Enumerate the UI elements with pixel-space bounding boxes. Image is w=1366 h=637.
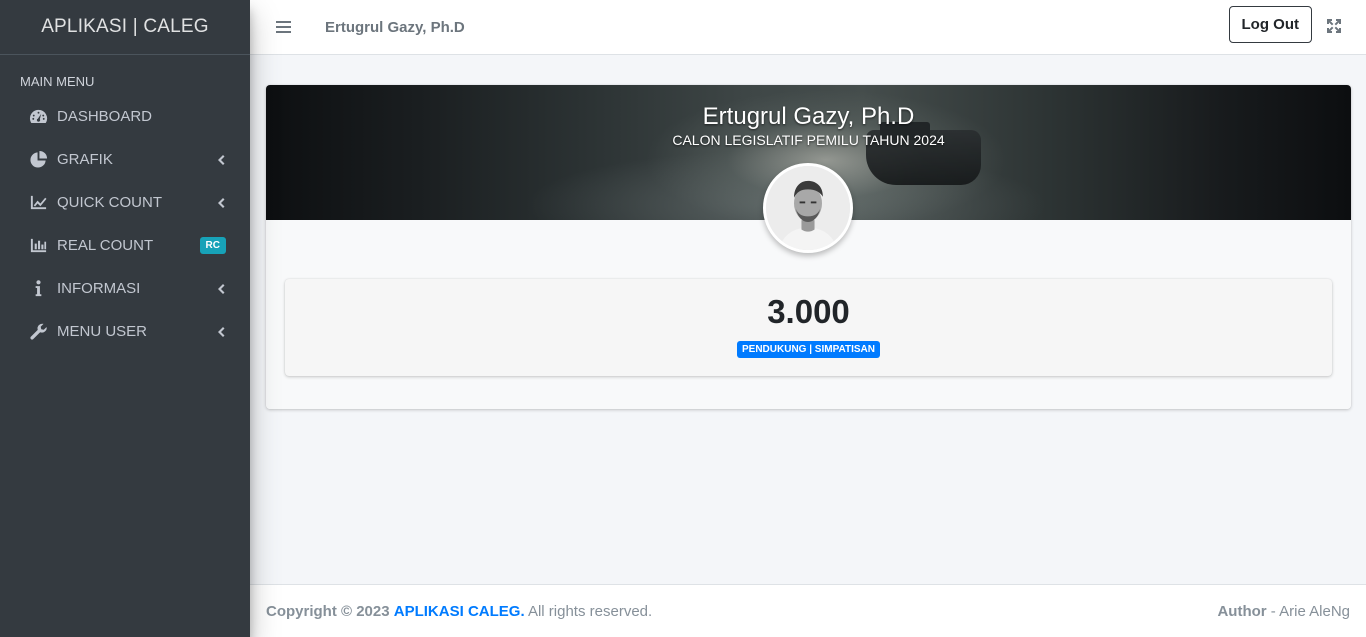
profile-card: Ertugrul Gazy, Ph.D CALON LEGISLATIF PEM…: [266, 85, 1351, 409]
tachometer-icon: [28, 107, 48, 127]
sidebar-item-label: REAL COUNT: [57, 237, 154, 254]
logout-button[interactable]: Log Out: [1228, 6, 1312, 43]
sidebar-item-dashboard[interactable]: DASHBOARD: [0, 95, 250, 138]
sidebar-item-label: DASHBOARD: [57, 108, 153, 125]
brand-link[interactable]: APLIKASI | CALEG: [0, 0, 250, 55]
chevron-left-icon: [216, 197, 226, 208]
footer-author: Author - Arie AleNg: [1217, 603, 1350, 620]
sidebar-item-label: INFORMASI: [57, 280, 141, 297]
footer-copyright: Copyright © 2023 APLIKASI CALEG. All rig…: [266, 603, 652, 620]
author-separator: -: [1266, 602, 1280, 620]
sidebar-item-informasi[interactable]: INFORMASI: [0, 267, 250, 310]
app-link[interactable]: APLIKASI CALEG.: [394, 603, 525, 620]
sidebar-item-menu-user[interactable]: MENU USER: [0, 310, 250, 353]
supporter-label-badge: PENDUKUNG | SIMPATISAN: [737, 341, 880, 358]
pie-chart-icon: [28, 150, 48, 170]
profile-subtitle: CALON LEGISLATIF PEMILU TAHUN 2024: [672, 132, 945, 148]
supporter-count: 3.000: [767, 293, 850, 330]
copyright-text: Copyright © 2023: [266, 602, 390, 620]
main-sidebar: APLIKASI | CALEG MAIN MENU DASHBOARD GRA…: [0, 0, 250, 637]
main-footer: Copyright © 2023 APLIKASI CALEG. All rig…: [250, 584, 1366, 637]
chevron-left-icon: [216, 154, 226, 165]
author-label: Author: [1217, 602, 1267, 620]
bar-chart-icon: [28, 236, 48, 256]
rights-text: All rights reserved.: [527, 602, 653, 620]
info-icon: [28, 279, 48, 299]
chevron-left-icon: [216, 326, 226, 337]
supporter-stat-box: 3.000 PENDUKUNG | SIMPATISAN: [285, 279, 1332, 376]
avatar: [763, 163, 853, 253]
top-navbar: Ertugrul Gazy, Ph.D Log Out: [250, 0, 1366, 55]
navbar-user-name: Ertugrul Gazy, Ph.D: [325, 18, 465, 36]
nav-header-main-menu: MAIN MENU: [20, 74, 95, 89]
real-count-badge: RC: [199, 237, 226, 254]
line-chart-icon: [28, 193, 48, 213]
wrench-icon: [28, 322, 48, 342]
sidebar-item-label: MENU USER: [57, 323, 148, 340]
sidebar-item-label: GRAFIK: [57, 151, 113, 168]
sidebar-item-grafik[interactable]: GRAFIK: [0, 138, 250, 181]
sidebar-item-label: QUICK COUNT: [57, 194, 162, 211]
hamburger-menu-icon[interactable]: [273, 17, 293, 37]
sidebar-item-quick-count[interactable]: QUICK COUNT: [0, 181, 250, 224]
chevron-left-icon: [216, 283, 226, 294]
profile-name: Ertugrul Gazy, Ph.D: [702, 103, 915, 130]
sidebar-item-real-count[interactable]: REAL COUNT RC: [0, 224, 250, 267]
author-name: Arie AleNg: [1279, 602, 1350, 620]
fullscreen-expand-icon[interactable]: [1326, 18, 1342, 34]
